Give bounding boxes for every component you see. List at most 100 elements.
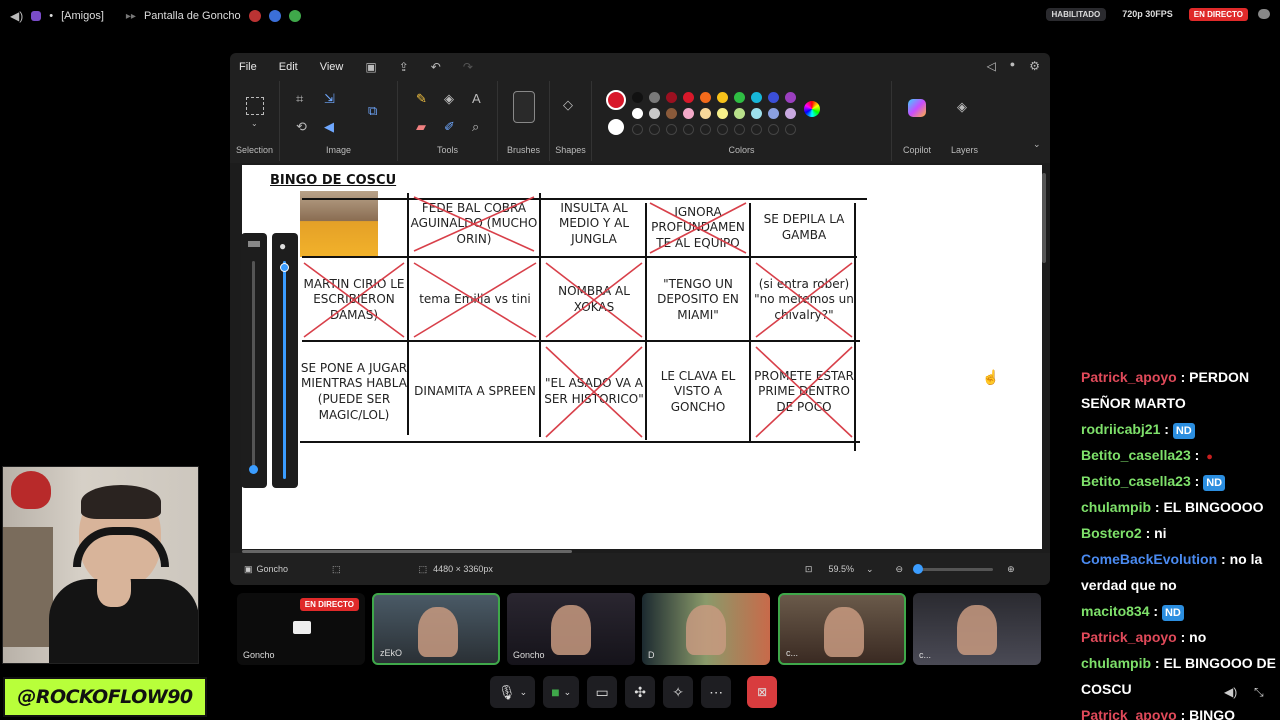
chat-username[interactable]: chulampib: [1081, 499, 1151, 515]
color-swatch[interactable]: [649, 92, 660, 103]
layers-icon[interactable]: ◈: [957, 99, 967, 115]
zoom-slider-thumb[interactable]: [913, 563, 924, 574]
color-swatch[interactable]: [785, 92, 796, 103]
resize-icon[interactable]: ⇲: [324, 91, 335, 107]
chevron-down-icon[interactable]: ⌄: [251, 119, 258, 128]
camera-button[interactable]: ■ ⌄: [543, 676, 580, 708]
color-swatch[interactable]: [700, 92, 711, 103]
color-swatch[interactable]: [734, 92, 745, 103]
speaker-icon[interactable]: ◀): [10, 9, 23, 23]
empty-color-slot[interactable]: [768, 124, 779, 135]
chat-username[interactable]: ComeBackEvolution: [1081, 551, 1217, 567]
participant-tile[interactable]: D: [642, 593, 770, 665]
share-icon[interactable]: ⇪: [399, 60, 409, 74]
empty-color-slot[interactable]: [751, 124, 762, 135]
chat-bubble-icon[interactable]: [1258, 9, 1270, 19]
soundboard-button[interactable]: ✧: [663, 676, 694, 708]
image-select-icon[interactable]: ⧉: [368, 103, 377, 119]
account-icon[interactable]: ●: [1010, 59, 1015, 73]
color-swatch[interactable]: [632, 92, 643, 103]
mute-button[interactable]: 🎙 ⌄: [490, 676, 536, 708]
zoom-slider[interactable]: [913, 563, 994, 574]
volume-icon[interactable]: ◀): [1224, 685, 1237, 699]
chat-username[interactable]: Patrick_apoyo: [1081, 369, 1177, 385]
color-swatch[interactable]: [683, 92, 694, 103]
chat-username[interactable]: Patrick_apoyo: [1081, 629, 1177, 645]
active-color-swatch[interactable]: [606, 90, 626, 110]
participant-tile[interactable]: zEkO: [372, 593, 500, 665]
color-swatch[interactable]: [717, 108, 728, 119]
redo-icon[interactable]: ↷: [463, 60, 473, 74]
participant-tile[interactable]: c...: [913, 593, 1041, 665]
color-swatch[interactable]: [666, 92, 677, 103]
zoom-in-icon[interactable]: ⊕: [1007, 564, 1015, 575]
ribbon-collapse-icon[interactable]: ⌄: [1033, 139, 1041, 150]
menu-view[interactable]: View: [320, 61, 344, 73]
copilot-icon[interactable]: [908, 99, 926, 117]
size-track[interactable]: [252, 261, 255, 471]
fit-screen-icon[interactable]: ⊡: [805, 564, 813, 575]
chat-username[interactable]: rodriicabj21: [1081, 421, 1160, 437]
color-swatch[interactable]: [768, 108, 779, 119]
announcement-icon[interactable]: ◁: [987, 59, 996, 73]
flip-icon[interactable]: ◀: [324, 119, 334, 135]
chat-username[interactable]: Betito_casella23: [1081, 473, 1191, 489]
chat-username[interactable]: chulampib: [1081, 655, 1151, 671]
participant-tile[interactable]: EN DIRECTO Goncho: [237, 593, 365, 665]
zoom-out-icon[interactable]: ⊖: [896, 564, 904, 575]
color-swatch[interactable]: [768, 92, 779, 103]
fill-icon[interactable]: ◈: [444, 91, 454, 107]
color-swatch[interactable]: [632, 108, 643, 119]
drawing-canvas[interactable]: BINGO DE COSCU FEDE BAL COBRA AGUINALDO …: [242, 165, 1042, 549]
save-icon[interactable]: ▣: [365, 60, 376, 74]
chat-username[interactable]: macito834: [1081, 603, 1149, 619]
settings-gear-icon[interactable]: ⚙: [1029, 59, 1040, 73]
empty-color-slot[interactable]: [632, 124, 643, 135]
activities-button[interactable]: ✣: [625, 676, 656, 708]
empty-color-slot[interactable]: [683, 124, 694, 135]
brush-icon[interactable]: [513, 91, 535, 123]
undo-icon[interactable]: ↶: [431, 60, 441, 74]
empty-color-slot[interactable]: [734, 124, 745, 135]
participant-tile[interactable]: c...: [778, 593, 906, 665]
empty-color-slot[interactable]: [785, 124, 796, 135]
participant-tile[interactable]: Goncho: [507, 593, 635, 665]
chat-username[interactable]: Bostero2: [1081, 525, 1142, 541]
empty-color-slot[interactable]: [717, 124, 728, 135]
edit-colors-icon[interactable]: [804, 101, 820, 117]
vertical-scrollbar[interactable]: [1042, 173, 1046, 263]
chat-username[interactable]: Patrick_apoyo: [1081, 707, 1177, 720]
empty-color-slot[interactable]: [700, 124, 711, 135]
size-thumb[interactable]: [249, 465, 258, 474]
color-swatch[interactable]: [700, 108, 711, 119]
pencil-icon[interactable]: ✎: [416, 91, 427, 107]
color-swatch[interactable]: [785, 108, 796, 119]
opacity-thumb[interactable]: [280, 263, 289, 272]
color-swatch[interactable]: [649, 108, 660, 119]
secondary-color-swatch[interactable]: [608, 119, 624, 135]
empty-color-slot[interactable]: [666, 124, 677, 135]
more-button[interactable]: ⋯: [701, 676, 732, 708]
eraser-icon[interactable]: ▰: [416, 119, 426, 135]
crop-icon[interactable]: ⌗: [296, 91, 303, 107]
opacity-track[interactable]: [283, 261, 286, 479]
chat-username[interactable]: Betito_casella23: [1081, 447, 1191, 463]
color-swatch[interactable]: [734, 108, 745, 119]
color-swatch[interactable]: [666, 108, 677, 119]
color-swatch[interactable]: [751, 108, 762, 119]
zoom-dropdown-icon[interactable]: ⌄: [866, 564, 874, 575]
text-icon[interactable]: A: [472, 91, 481, 106]
color-picker-icon[interactable]: ✐: [444, 119, 455, 135]
shapes-icon[interactable]: ◇: [563, 97, 573, 113]
menu-file[interactable]: File: [239, 61, 257, 73]
disconnect-button[interactable]: ⊠: [747, 676, 778, 708]
empty-color-slot[interactable]: [649, 124, 660, 135]
menu-edit[interactable]: Edit: [279, 61, 298, 73]
color-swatch[interactable]: [683, 108, 694, 119]
zoom-value[interactable]: 59.5%: [828, 564, 854, 574]
channel-name[interactable]: [Amigos]: [61, 10, 104, 22]
color-swatch[interactable]: [717, 92, 728, 103]
color-swatch[interactable]: [751, 92, 762, 103]
selection-icon[interactable]: [246, 97, 264, 115]
minimize-icon[interactable]: ⤡: [1254, 685, 1264, 700]
